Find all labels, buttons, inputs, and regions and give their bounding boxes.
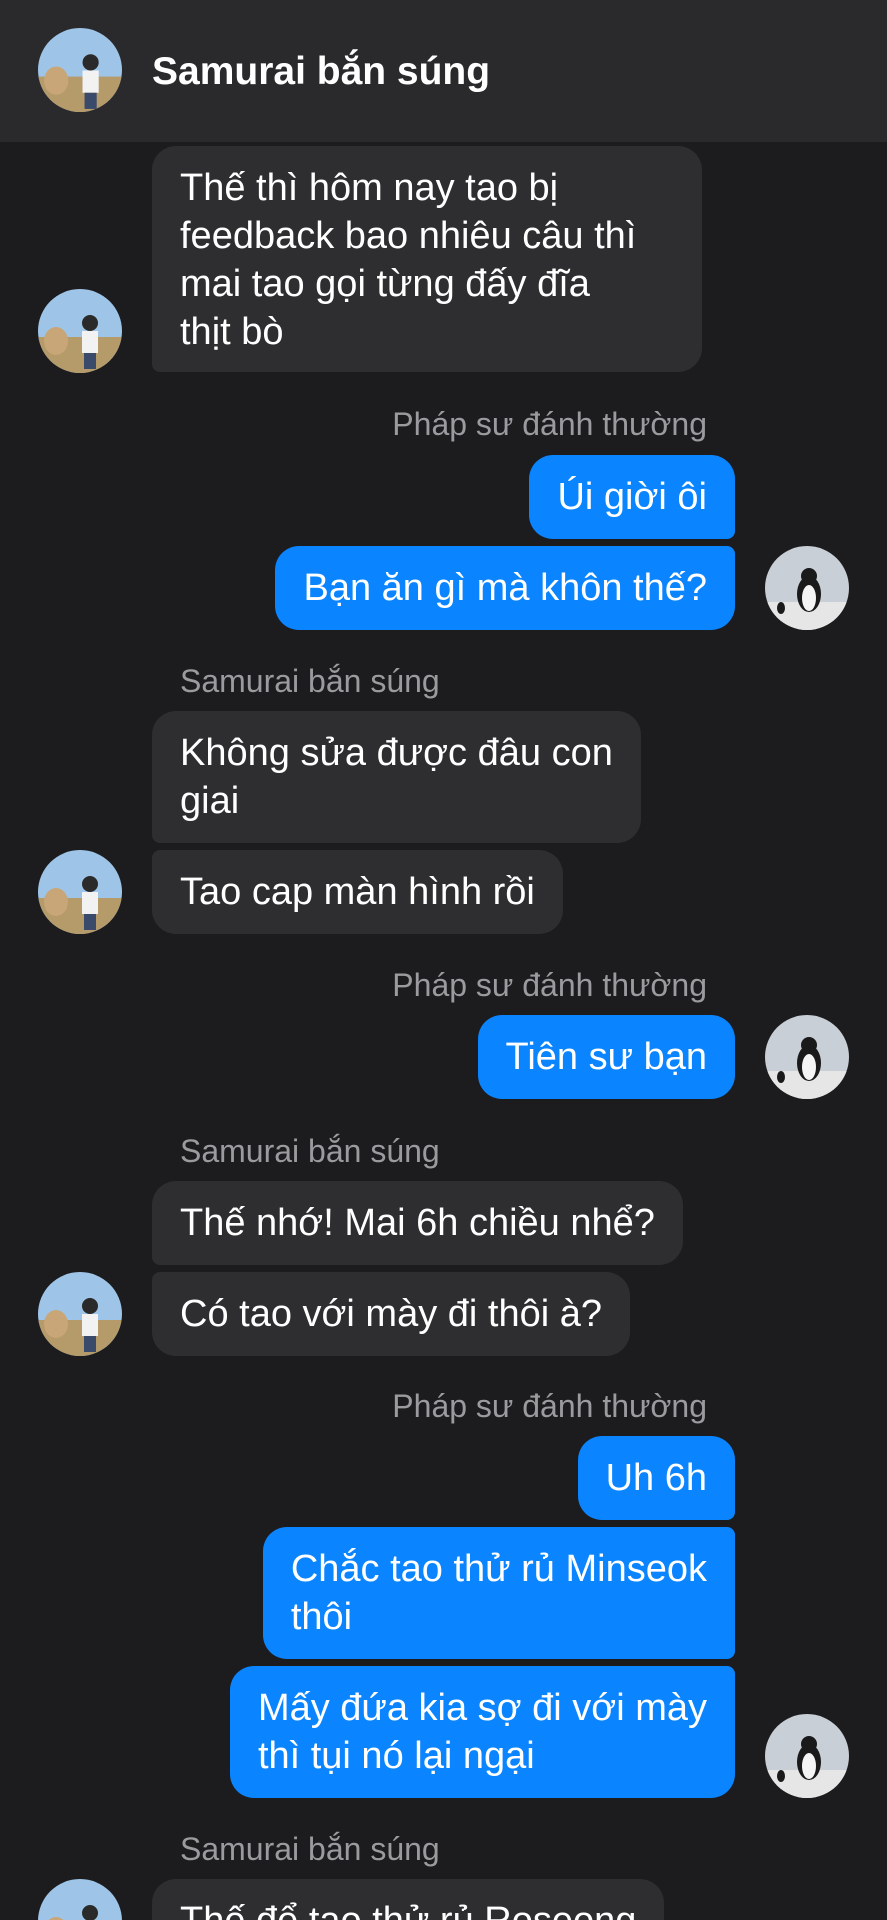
message-bubble-incoming[interactable]: Tao cap màn hình rồi bbox=[152, 850, 563, 934]
message-line: Mấy đứa kia sợ đi với mày bbox=[257, 1687, 707, 1729]
message-bubble-incoming[interactable]: Thế nhớ! Mai 6h chiều nhể? bbox=[152, 1181, 683, 1265]
message-line: thì tụi nó lại ngại bbox=[257, 1735, 535, 1777]
sender-label: Samurai bắn súng bbox=[180, 1831, 440, 1867]
message-bubble-outgoing[interactable]: Uh 6h bbox=[577, 1436, 735, 1520]
message-bubble-incoming[interactable]: Thế để tao thử rủ Roseong bbox=[152, 1879, 665, 1920]
sender-label: Pháp sư đánh thường bbox=[392, 1388, 707, 1424]
message-bubble-incoming[interactable]: Thế thì hôm nay tao bị feedback bao nhiê… bbox=[152, 146, 702, 372]
message-line: giai bbox=[180, 780, 240, 822]
sender-label: Pháp sư đánh thường bbox=[392, 406, 707, 442]
my-avatar-icon[interactable] bbox=[765, 1714, 849, 1798]
message-bubble-incoming[interactable]: Không sửa được đâu con giai bbox=[152, 711, 641, 843]
contact-avatar-icon[interactable] bbox=[38, 289, 122, 373]
my-avatar-icon[interactable] bbox=[765, 546, 849, 630]
message-bubble-outgoing[interactable]: Bạn ăn gì mà khôn thế? bbox=[275, 546, 735, 630]
sender-label: Pháp sư đánh thường bbox=[392, 967, 707, 1003]
message-bubble-outgoing[interactable]: Tiên sư bạn bbox=[477, 1015, 735, 1099]
message-line: Tao cap màn hình rồi bbox=[180, 871, 535, 913]
contact-avatar-icon[interactable] bbox=[38, 1272, 122, 1356]
contact-name[interactable]: Samurai bắn súng bbox=[152, 46, 490, 98]
message-line: Úi giời ôi bbox=[557, 476, 707, 518]
message-line: thôi bbox=[290, 1596, 353, 1638]
message-line: Thế nhớ! Mai 6h chiều nhể? bbox=[180, 1202, 655, 1244]
sender-label: Samurai bắn súng bbox=[180, 1133, 440, 1169]
message-bubble-incoming[interactable]: Có tao với mày đi thôi à? bbox=[152, 1272, 631, 1356]
message-line: Uh 6h bbox=[605, 1457, 707, 1499]
message-line: Tiên sư bạn bbox=[505, 1036, 707, 1078]
message-line: Không sửa được đâu con bbox=[180, 732, 613, 774]
contact-avatar-icon[interactable] bbox=[38, 850, 122, 934]
message-line: Thế thì hôm nay tao bị bbox=[180, 167, 559, 209]
message-line: Thế để tao thử rủ Roseong bbox=[180, 1897, 636, 1920]
my-avatar-icon[interactable] bbox=[765, 1015, 849, 1099]
contact-avatar-icon[interactable] bbox=[38, 1879, 122, 1920]
message-line: Chắc tao thử rủ Minseok bbox=[290, 1548, 707, 1590]
message-line: feedback bao nhiêu câu thì bbox=[180, 215, 637, 257]
message-line: Có tao với mày đi thôi à? bbox=[180, 1293, 603, 1335]
contact-avatar-icon[interactable] bbox=[38, 28, 122, 112]
sender-label: Samurai bắn súng bbox=[180, 663, 440, 699]
message-bubble-outgoing[interactable]: Úi giời ôi bbox=[529, 455, 735, 539]
message-line: Bạn ăn gì mà khôn thế? bbox=[303, 567, 707, 609]
message-line: thịt bò bbox=[180, 311, 284, 353]
message-bubble-outgoing[interactable]: Chắc tao thử rủ Minseok thôi bbox=[262, 1527, 735, 1659]
message-bubble-outgoing[interactable]: Mấy đứa kia sợ đi với mày thì tụi nó lại… bbox=[229, 1666, 735, 1798]
message-line: mai tao gọi từng đấy đĩa bbox=[180, 263, 590, 305]
chat-header: Samurai bắn súng bbox=[0, 0, 887, 142]
